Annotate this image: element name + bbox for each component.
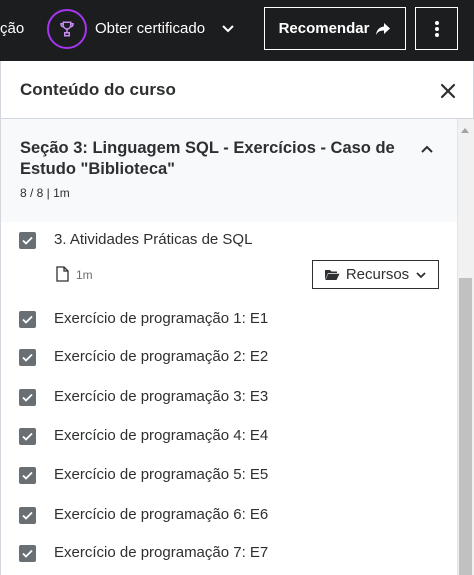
lesson-title[interactable]: 3. Atividades Práticas de SQL	[54, 231, 252, 248]
more-options-button[interactable]	[415, 7, 458, 50]
lesson-checkbox[interactable]	[19, 389, 36, 406]
lesson-title[interactable]: Exercício de programação 6: E6	[54, 506, 268, 523]
check-icon	[22, 549, 33, 558]
lesson-checkbox[interactable]	[19, 232, 36, 249]
lesson-duration: 1m	[76, 268, 93, 282]
check-icon	[22, 236, 33, 245]
lesson-checkbox[interactable]	[19, 545, 36, 562]
check-icon	[22, 393, 33, 402]
resources-label: Recursos	[345, 266, 410, 283]
section-title: Seção 3: Linguagem SQL - Exercícios - Ca…	[20, 139, 395, 178]
lesson-title[interactable]: Exercício de programação 7: E7	[54, 544, 268, 561]
file-icon	[56, 266, 69, 282]
check-icon	[22, 511, 33, 520]
lesson-title[interactable]: Exercício de programação 5: E5	[54, 466, 268, 483]
folder-open-icon	[324, 270, 340, 280]
panel-title: Conteúdo do curso	[20, 80, 176, 99]
resources-button[interactable]: Recursos	[312, 260, 439, 289]
check-icon	[22, 315, 33, 324]
certificate-progress-button[interactable]	[47, 9, 87, 49]
trophy-icon	[60, 21, 74, 37]
share-arrow-icon	[376, 22, 391, 35]
chevron-down-icon[interactable]	[221, 21, 235, 35]
lesson-checkbox[interactable]	[19, 311, 36, 328]
top-bar: ção Obter certificado Recomendar	[0, 0, 474, 61]
section-header[interactable]: Seção 3: Linguagem SQL - Exercícios - Ca…	[0, 119, 457, 222]
check-icon	[22, 432, 33, 441]
course-content-header: Conteúdo do curso	[0, 61, 474, 119]
check-icon	[22, 471, 33, 480]
lesson-title[interactable]: Exercício de programação 1: E1	[54, 310, 268, 327]
check-icon	[22, 353, 33, 362]
lesson-title[interactable]: Exercício de programação 4: E4	[54, 427, 268, 444]
chevron-up-icon[interactable]	[420, 142, 434, 156]
lesson-checkbox[interactable]	[19, 507, 36, 524]
lesson-title[interactable]: Exercício de programação 3: E3	[54, 388, 268, 405]
section-meta: 8 / 8 | 1m	[20, 186, 70, 200]
vertical-dots-icon	[434, 20, 439, 37]
truncated-nav-text[interactable]: ção	[0, 20, 24, 37]
lesson-checkbox[interactable]	[19, 349, 36, 366]
lesson-title[interactable]: Exercício de programação 2: E2	[54, 348, 268, 365]
scroll-up-arrow-icon[interactable]	[461, 128, 469, 133]
certificate-label[interactable]: Obter certificado	[95, 20, 205, 37]
scrollbar-thumb[interactable]	[459, 278, 472, 575]
chevron-down-icon	[416, 271, 426, 278]
recommend-label: Recomendar	[278, 20, 370, 37]
close-icon[interactable]	[439, 82, 457, 100]
lesson-checkbox[interactable]	[19, 467, 36, 484]
recommend-button[interactable]: Recomendar	[264, 7, 406, 50]
lesson-checkbox[interactable]	[19, 428, 36, 445]
